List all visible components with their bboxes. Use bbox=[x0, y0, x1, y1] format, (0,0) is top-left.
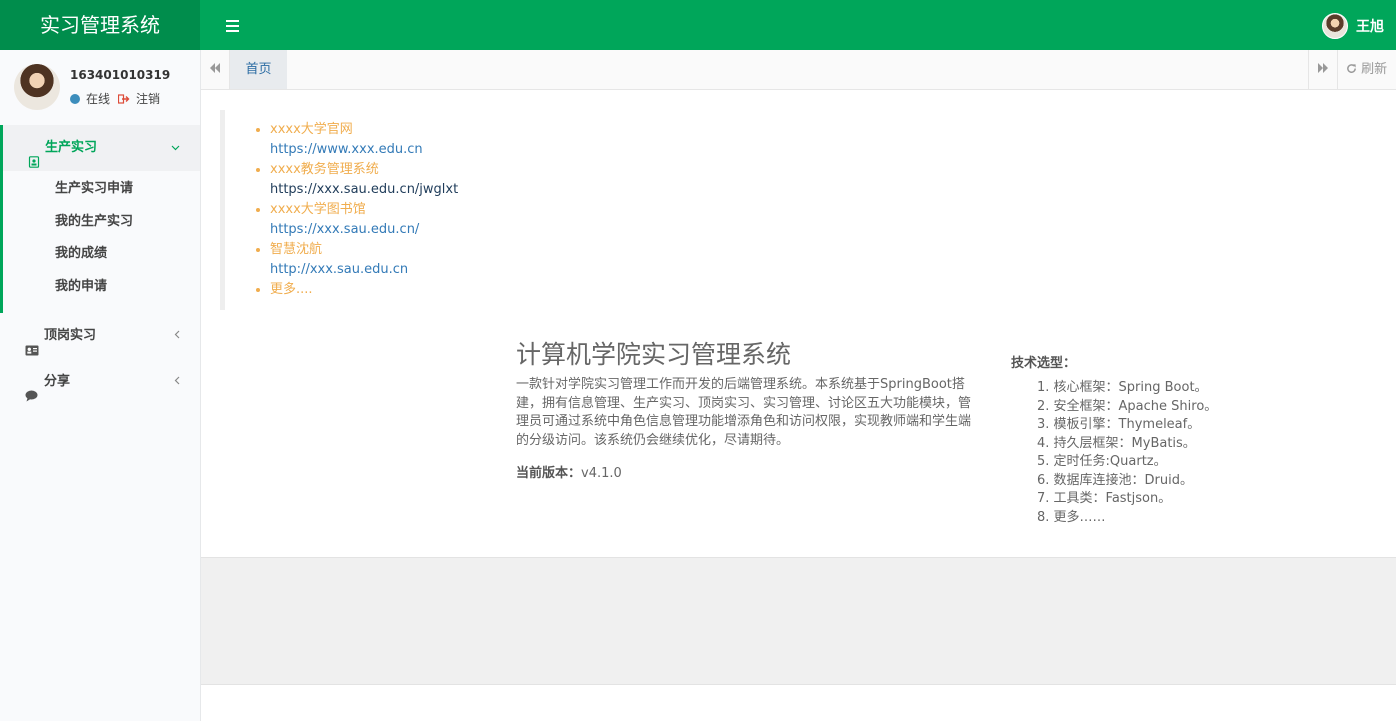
id-card-icon bbox=[25, 330, 39, 356]
menu-head-post-internship[interactable]: 顶岗实习 bbox=[0, 313, 200, 359]
refresh-label: 刷新 bbox=[1361, 62, 1388, 77]
quick-links-list: xxxx大学官网 https://www.xxx.edu.cn xxxx教务管理… bbox=[256, 120, 458, 300]
online-status-label: 在线 bbox=[86, 92, 111, 106]
id-badge-icon bbox=[28, 142, 40, 168]
sidebar-item-my-internship[interactable]: 我的生产实习 bbox=[3, 206, 200, 239]
system-intro: 计算机学院实习管理系统 一款针对学院实习管理工作而开发的后端管理系统。本系统基于… bbox=[516, 338, 976, 481]
menu-group-production-internship: 生产实习 生产实习申请 我的生产实习 我的成绩 我的申请 bbox=[0, 125, 200, 313]
sidebar-menu: 生产实习 生产实习申请 我的生产实习 我的成绩 我的申请 顶岗实习 分享 bbox=[0, 125, 200, 405]
tab-home[interactable]: 首页 bbox=[230, 50, 287, 89]
top-header: 实习管理系统 王旭 bbox=[0, 0, 1396, 50]
link-url[interactable]: https://www.xxx.edu.cn bbox=[270, 140, 458, 160]
quick-links-panel: xxxx大学官网 https://www.xxx.edu.cn xxxx教务管理… bbox=[220, 110, 720, 310]
sign-out-icon bbox=[117, 93, 130, 104]
list-item: 8. 更多…… bbox=[1037, 509, 1106, 525]
list-item: 更多.... bbox=[256, 280, 458, 300]
sidebar-item-my-applications[interactable]: 我的申请 bbox=[3, 271, 200, 304]
list-item: xxxx教务管理系统 https://xxx.sau.edu.cn/jwglxt bbox=[256, 160, 458, 200]
forward-icon bbox=[1318, 63, 1328, 73]
footer bbox=[201, 685, 1396, 721]
sidebar-toggle-icon[interactable] bbox=[218, 13, 248, 37]
refresh-button[interactable]: 刷新 bbox=[1337, 50, 1396, 89]
link-more[interactable]: 更多.... bbox=[270, 280, 458, 300]
link-url[interactable]: https://xxx.sau.edu.cn/jwglxt bbox=[270, 180, 458, 200]
user-id: 163401010319 bbox=[70, 68, 171, 82]
app-logo-title[interactable]: 实习管理系统 bbox=[0, 0, 200, 50]
sidebar-item-apply[interactable]: 生产实习申请 bbox=[3, 173, 200, 206]
chevron-left-icon bbox=[174, 359, 180, 405]
user-name: 王旭 bbox=[1356, 19, 1384, 35]
sidebar-item-my-grades[interactable]: 我的成绩 bbox=[3, 238, 200, 271]
menu-group-post-internship: 顶岗实习 bbox=[0, 313, 200, 359]
tech-heading: 技术选型： bbox=[1011, 356, 1077, 371]
link-name[interactable]: xxxx大学官网 bbox=[270, 120, 458, 140]
avatar bbox=[1322, 13, 1348, 39]
version-label: 当前版本： bbox=[516, 466, 582, 481]
menu-group-share: 分享 bbox=[0, 359, 200, 405]
list-item: 6. 数据库连接池：Druid。 bbox=[1037, 472, 1193, 488]
menu-label: 分享 bbox=[44, 374, 71, 389]
list-item: xxxx大学图书馆 https://xxx.sau.edu.cn/ bbox=[256, 200, 458, 240]
list-item: 2. 安全框架：Apache Shiro。 bbox=[1037, 398, 1218, 414]
link-url[interactable]: https://xxx.sau.edu.cn/ bbox=[270, 220, 458, 240]
logout-link[interactable]: 注销 bbox=[110, 90, 160, 107]
comment-icon bbox=[25, 376, 39, 402]
chevron-down-icon bbox=[171, 125, 180, 171]
tech-stack: 技术选型： 1. 核心框架：Spring Boot。 2. 安全框架：Apach… bbox=[1011, 352, 1271, 527]
menu-label: 生产实习 bbox=[45, 140, 98, 155]
sidebar: 163401010319 在线 注销 生产实习 生产实习申请 我的生产实习 我的… bbox=[0, 50, 201, 721]
user-menu[interactable]: 王旭 bbox=[1322, 13, 1384, 39]
chevron-left-icon bbox=[174, 313, 180, 359]
backward-icon bbox=[210, 63, 220, 73]
tabs-bar: 首页 刷新 bbox=[201, 50, 1396, 90]
user-panel: 163401010319 在线 注销 bbox=[0, 50, 200, 125]
menu-label: 顶岗实习 bbox=[44, 328, 97, 343]
version-info: 当前版本：v4.1.0 bbox=[516, 462, 976, 481]
avatar bbox=[14, 64, 60, 110]
page-title: 计算机学院实习管理系统 bbox=[516, 340, 792, 369]
main-content: xxxx大学官网 https://www.xxx.edu.cn xxxx教务管理… bbox=[201, 90, 1396, 557]
list-item: 3. 模板引擎：Thymeleaf。 bbox=[1037, 417, 1201, 432]
list-item: 智慧沈航 http://xxx.sau.edu.cn bbox=[256, 240, 458, 280]
online-status-icon bbox=[70, 93, 80, 104]
tabs-scroll-right-button[interactable] bbox=[1308, 50, 1337, 89]
list-item: 5. 定时任务:Quartz。 bbox=[1037, 454, 1167, 469]
list-item: xxxx大学官网 https://www.xxx.edu.cn bbox=[256, 120, 458, 160]
content-background bbox=[201, 557, 1396, 685]
link-name[interactable]: xxxx教务管理系统 bbox=[270, 160, 458, 180]
system-description: 一款针对学院实习管理工作而开发的后端管理系统。本系统基于SpringBoot搭建… bbox=[516, 377, 972, 448]
link-url[interactable]: http://xxx.sau.edu.cn bbox=[270, 260, 458, 280]
version-value: v4.1.0 bbox=[581, 466, 622, 481]
logout-label: 注销 bbox=[136, 92, 161, 106]
list-item: 7. 工具类：Fastjson。 bbox=[1037, 491, 1172, 506]
menu-head-share[interactable]: 分享 bbox=[0, 359, 200, 405]
list-item: 4. 持久层框架：MyBatis。 bbox=[1037, 435, 1196, 451]
refresh-icon bbox=[1347, 64, 1356, 73]
tech-list: 1. 核心框架：Spring Boot。 2. 安全框架：Apache Shir… bbox=[1011, 379, 1271, 527]
list-item: 1. 核心框架：Spring Boot。 bbox=[1037, 380, 1208, 395]
tabs-scroll-left-button[interactable] bbox=[201, 50, 230, 89]
link-name[interactable]: xxxx大学图书馆 bbox=[270, 200, 458, 220]
link-name[interactable]: 智慧沈航 bbox=[270, 240, 458, 260]
menu-head-production-internship[interactable]: 生产实习 bbox=[3, 125, 200, 171]
